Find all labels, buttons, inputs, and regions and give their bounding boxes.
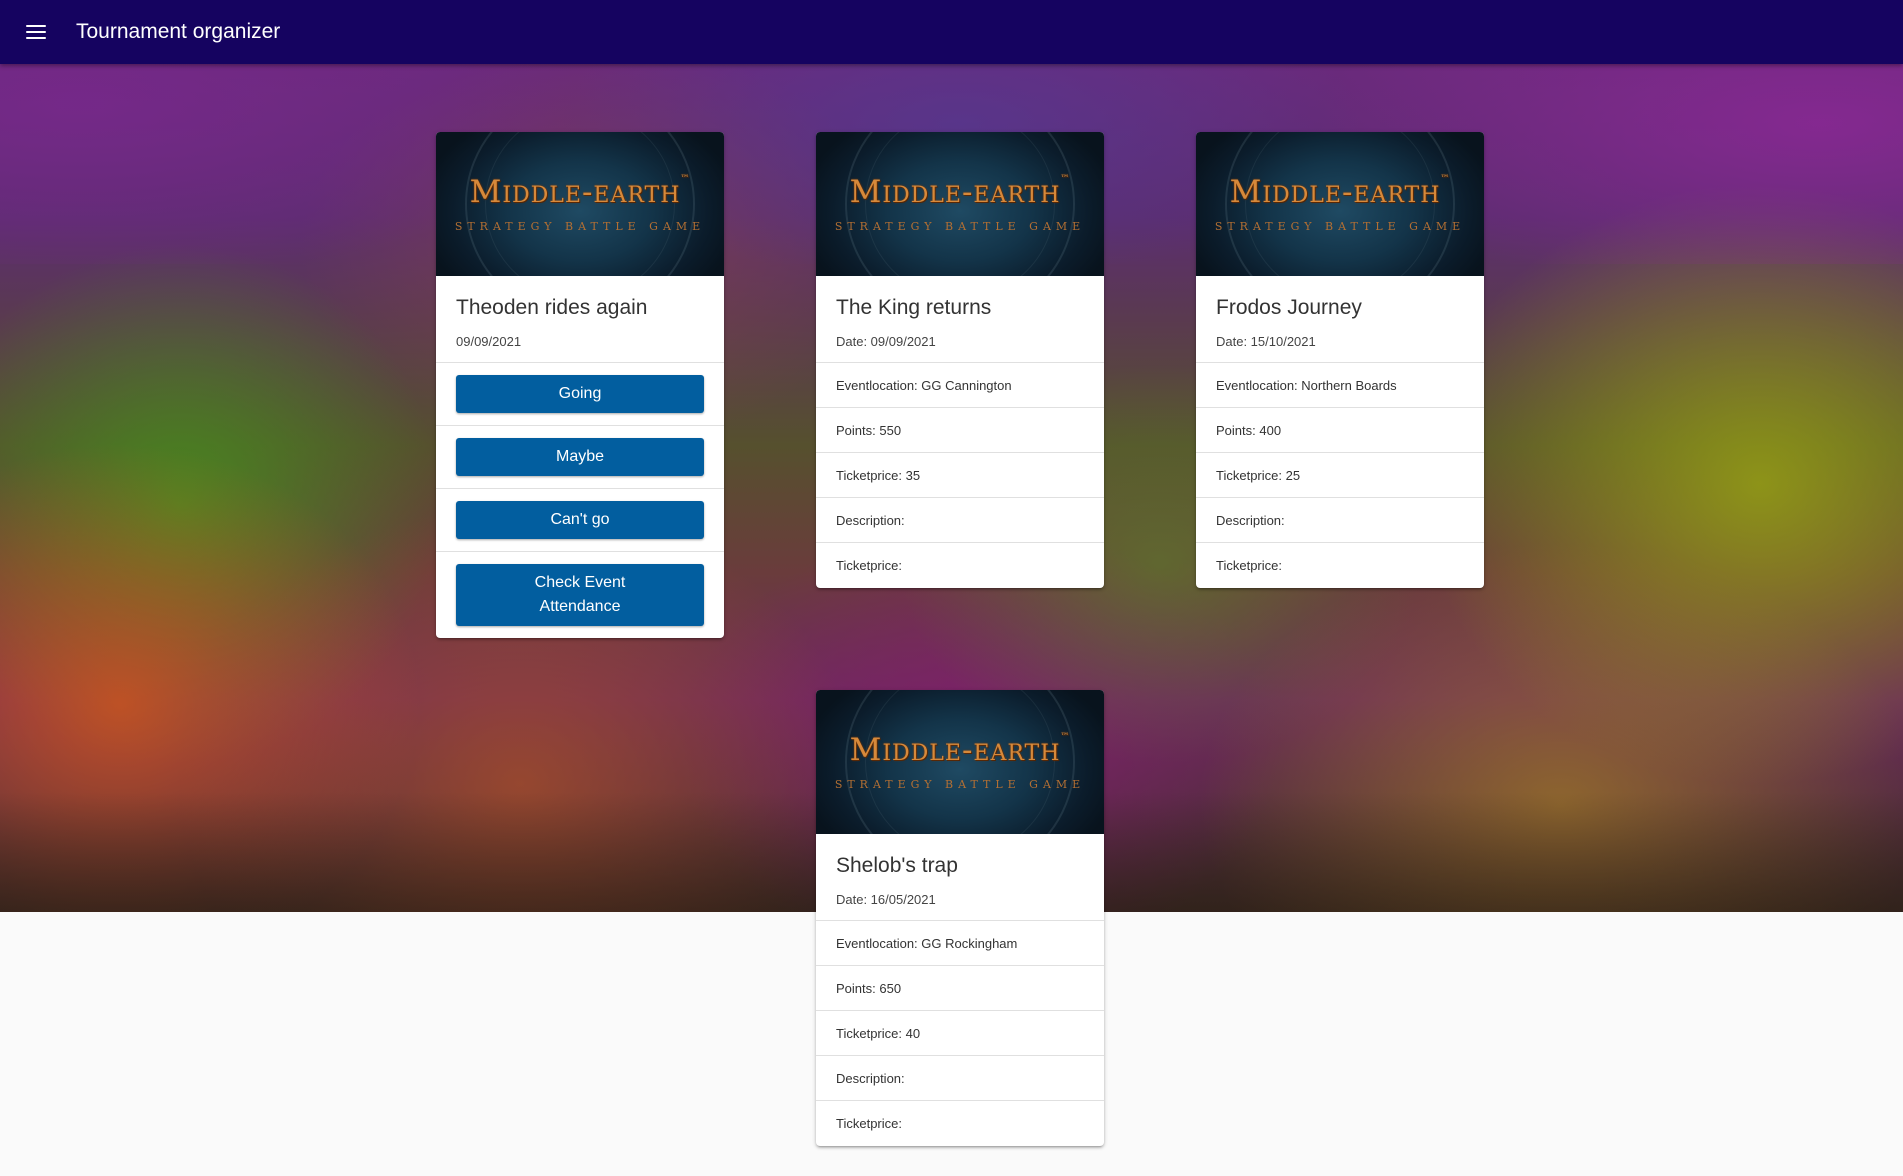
event-banner-image: Middle-earth™ STRATEGY BATTLE GAME [436,132,724,276]
event-title: Frodos Journey [1216,296,1362,319]
event-banner-image: Middle-earth™ STRATEGY BATTLE GAME [816,690,1104,834]
card-header: Theoden rides again 09/09/2021 [436,276,724,363]
banner-logo-title: Middle-earth™ [849,732,1071,768]
event-card-theoden: Middle-earth™ STRATEGY BATTLE GAME Theod… [436,132,724,638]
menu-button[interactable] [0,0,72,64]
event-title: Shelob's trap [836,854,958,877]
event-title: The King returns [836,296,992,319]
event-date: Date: 15/10/2021 [1216,334,1316,349]
button-row: Can't go [436,489,724,552]
event-date: Date: 16/05/2021 [836,892,936,907]
banner-logo-title: Middle-earth™ [1229,174,1451,210]
button-row: Maybe [436,426,724,489]
event-title: Theoden rides again [456,296,648,319]
event-ticketprice: Ticketprice: 35 [816,453,1104,498]
event-location: Eventlocation: GG Cannington [816,363,1104,408]
event-location: Eventlocation: Northern Boards [1196,363,1484,408]
event-ticketprice: Ticketprice: 40 [816,1011,1104,1056]
menu-icon [26,25,46,39]
event-card-frodos-journey: Middle-earth™ STRATEGY BATTLE GAME Frodo… [1196,132,1484,588]
going-button[interactable]: Going [456,375,704,413]
event-ticketprice-extra: Ticketprice: [1216,558,1282,573]
event-points: Points: 550 [816,408,1104,453]
event-ticketprice-extra: Ticketprice: [836,558,902,573]
top-app-bar: Tournament organizer [0,0,1903,64]
maybe-button[interactable]: Maybe [456,438,704,476]
banner-logo-subtitle: STRATEGY BATTLE GAME [834,220,1086,233]
event-ticketprice-extra: Ticketprice: [836,1116,902,1131]
event-description: Description: [816,498,1104,543]
event-location: Eventlocation: GG Rockingham [816,921,1104,966]
card-header: Frodos Journey Date: 15/10/2021 [1196,276,1484,363]
event-banner-image: Middle-earth™ STRATEGY BATTLE GAME [816,132,1104,276]
event-card-shelobs-trap: Middle-earth™ STRATEGY BATTLE GAME Shelo… [816,690,1104,1146]
event-ticketprice: Ticketprice: 25 [1196,453,1484,498]
banner-logo-subtitle: STRATEGY BATTLE GAME [454,220,706,233]
banner-logo-subtitle: STRATEGY BATTLE GAME [834,778,1086,791]
event-date: Date: 09/09/2021 [836,334,936,349]
event-description: Description: [1196,498,1484,543]
event-card-king-returns: Middle-earth™ STRATEGY BATTLE GAME The K… [816,132,1104,588]
banner-logo-title: Middle-earth™ [469,174,691,210]
event-banner-image: Middle-earth™ STRATEGY BATTLE GAME [1196,132,1484,276]
cant-go-button[interactable]: Can't go [456,501,704,539]
check-event-attendance-button[interactable]: Check Event Attendance [456,564,704,626]
event-points: Points: 400 [1196,408,1484,453]
event-points: Points: 650 [816,966,1104,1011]
event-description: Description: [816,1056,1104,1101]
banner-logo-title: Middle-earth™ [849,174,1071,210]
button-row: Check Event Attendance [436,552,724,638]
card-header: The King returns Date: 09/09/2021 [816,276,1104,363]
event-date: 09/09/2021 [456,334,522,349]
banner-logo-subtitle: STRATEGY BATTLE GAME [1214,220,1466,233]
card-header: Shelob's trap Date: 16/05/2021 [816,834,1104,921]
app-title: Tournament organizer [76,20,281,43]
button-row: Going [436,363,724,426]
